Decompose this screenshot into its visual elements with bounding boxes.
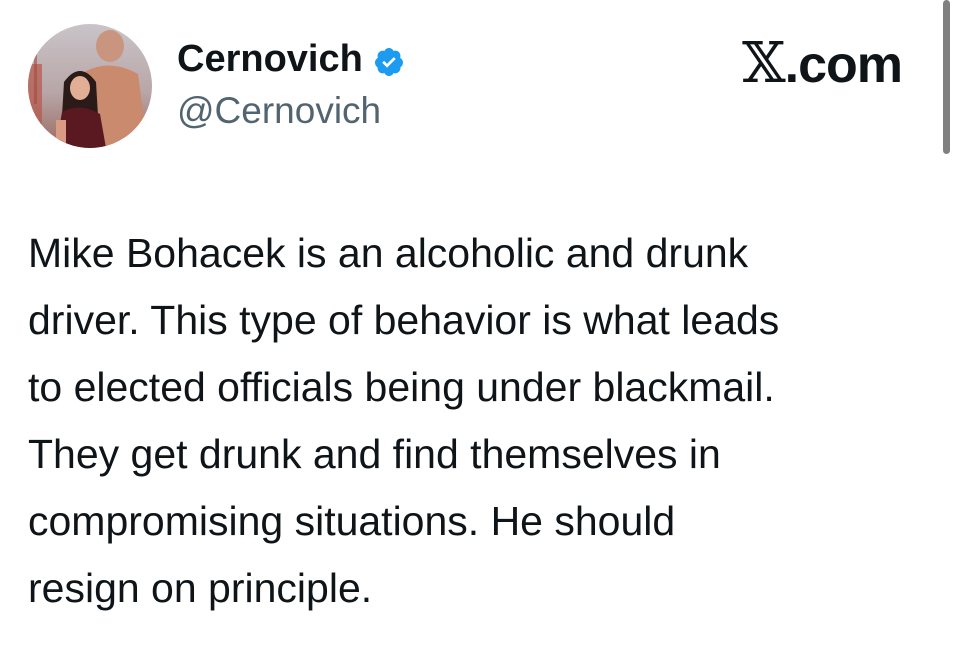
brand-logo: 𝕏.com (742, 36, 903, 94)
author-display-name[interactable]: Cernovich (177, 36, 405, 82)
display-name-text: Cernovich (177, 38, 363, 80)
brand-suffix: .com (784, 36, 903, 94)
author-handle[interactable]: @Cernovich (177, 88, 381, 134)
verified-badge-icon (373, 43, 405, 76)
avatar-image (28, 24, 152, 148)
scrollbar[interactable] (943, 0, 950, 154)
tweet-text: Mike Bohacek is an alcoholic and drunk d… (28, 230, 780, 611)
x-logo-icon: 𝕏 (742, 31, 785, 96)
tweet-card: Cernovich @Cernovich 𝕏.com Mike Bohacek … (0, 0, 960, 653)
avatar[interactable] (28, 24, 152, 148)
